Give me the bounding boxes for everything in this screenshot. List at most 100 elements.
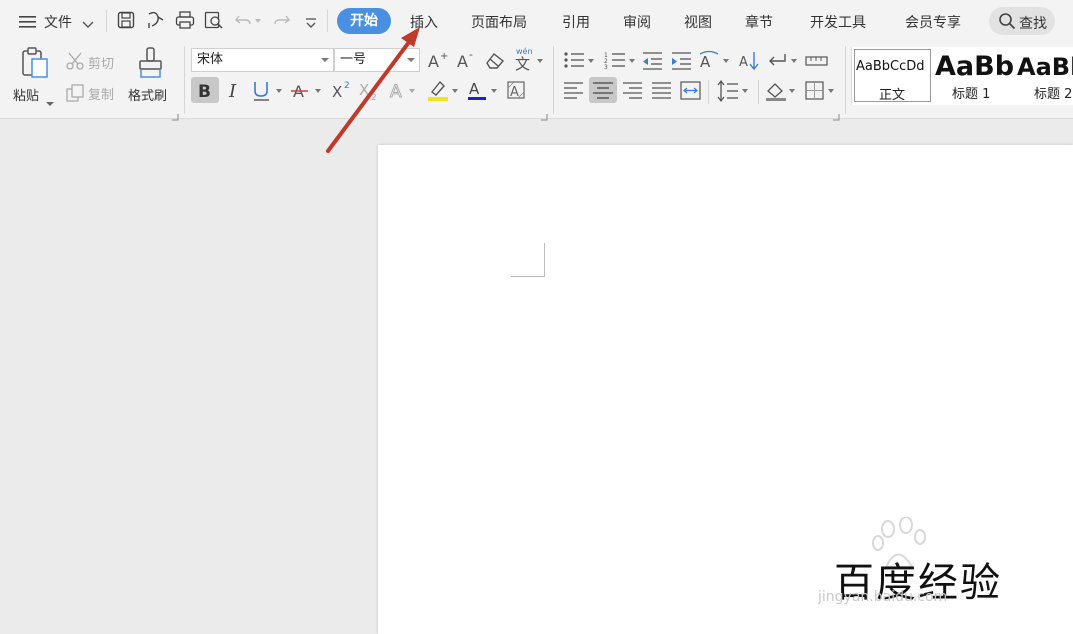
divider (327, 10, 328, 32)
output-pdf-icon[interactable] (146, 11, 166, 33)
borders-icon[interactable] (805, 80, 839, 106)
cut-icon[interactable] (65, 51, 85, 75)
svg-text:A: A (469, 80, 480, 98)
phonetic-guide-icon[interactable]: wén 文 (513, 46, 545, 76)
font-color-button[interactable]: A (467, 79, 501, 107)
svg-text:A: A (390, 82, 402, 101)
clear-formatting-icon[interactable] (484, 51, 506, 73)
style-heading-1-name: 标题 1 (952, 87, 991, 102)
increase-indent-icon[interactable] (671, 51, 693, 75)
search-button[interactable]: 查找 (989, 7, 1055, 35)
font-name-select[interactable]: 宋体 (191, 48, 334, 72)
svg-text:2: 2 (344, 81, 350, 91)
style-heading-2-preview: AaBb (1017, 53, 1073, 81)
copy-icon[interactable] (65, 83, 85, 107)
svg-text:I: I (228, 81, 237, 101)
chevron-down-icon[interactable] (46, 92, 54, 111)
strikethrough-button[interactable]: A (291, 79, 323, 105)
document-page[interactable]: 百度经验 jingyan.baidu.com (378, 145, 1073, 634)
margin-corner-marker (511, 243, 545, 277)
font-size-select[interactable]: 一号 (334, 48, 420, 72)
show-paragraph-marks-icon[interactable] (767, 51, 801, 75)
search-label: 查找 (1019, 16, 1047, 32)
dialog-launcher-icon[interactable] (541, 106, 548, 125)
justify-icon[interactable] (651, 81, 673, 105)
highlight-button[interactable] (427, 79, 461, 107)
svg-text:-: - (469, 50, 473, 61)
numbering-icon[interactable]: 123 (604, 51, 638, 75)
print-preview-icon[interactable] (204, 11, 224, 33)
chevron-down-icon[interactable] (82, 15, 94, 34)
tab-insert[interactable]: 插入 (410, 12, 438, 32)
style-heading-1[interactable]: AaBb 标题 1 (934, 49, 1016, 102)
decrease-font-size-icon[interactable]: A- (456, 48, 478, 74)
tab-chapter[interactable]: 章节 (745, 12, 773, 32)
character-shading-icon[interactable]: A (506, 80, 528, 106)
svg-text:X: X (332, 83, 342, 101)
increase-font-size-icon[interactable]: A + (427, 50, 449, 74)
paste-icon[interactable] (20, 47, 50, 83)
superscript-button[interactable]: X2 (331, 79, 355, 105)
divider (708, 80, 709, 104)
align-left-icon[interactable] (563, 81, 585, 105)
dialog-launcher-icon[interactable] (172, 106, 179, 125)
shading-icon[interactable] (765, 80, 799, 106)
divider (106, 10, 107, 32)
underline-button[interactable] (252, 80, 284, 106)
copy-button[interactable]: 复制 (88, 84, 114, 103)
svg-text:A: A (700, 53, 711, 71)
redo-icon[interactable] (272, 12, 292, 32)
tab-page-layout[interactable]: 页面布局 (471, 12, 527, 32)
watermark-url: jingyan.baidu.com (818, 589, 948, 605)
divider (553, 46, 554, 114)
sort-icon[interactable]: A (738, 50, 760, 76)
style-heading-1-preview: AaBb (935, 51, 1015, 82)
chevron-down-icon (407, 58, 415, 62)
svg-text:2: 2 (371, 93, 377, 101)
paste-button[interactable]: 粘贴 (13, 85, 39, 104)
decrease-indent-icon[interactable] (642, 51, 664, 75)
svg-text:B: B (198, 82, 211, 102)
tab-view[interactable]: 视图 (684, 12, 712, 32)
search-icon (998, 12, 1016, 34)
tab-membership[interactable]: 会员专享 (905, 12, 961, 32)
italic-button[interactable]: I (226, 79, 242, 105)
cut-button[interactable]: 剪切 (88, 53, 114, 72)
tab-review[interactable]: 审阅 (623, 12, 651, 32)
align-center-icon[interactable] (589, 77, 617, 103)
svg-text:+: + (440, 51, 448, 62)
align-right-icon[interactable] (622, 81, 644, 105)
chinese-layout-icon[interactable]: A (699, 50, 733, 76)
bullets-icon[interactable] (563, 51, 597, 75)
style-normal[interactable]: AaBbCcDd 正文 (854, 49, 931, 103)
save-icon[interactable] (117, 11, 135, 33)
style-heading-2[interactable]: AaBb 标题 2 (1016, 49, 1073, 102)
customize-toolbar-icon[interactable] (305, 15, 317, 34)
hamburger-menu-icon[interactable] (19, 14, 37, 33)
line-spacing-icon[interactable] (717, 80, 751, 106)
tab-home[interactable]: 开始 (337, 8, 391, 34)
tab-references[interactable]: 引用 (562, 12, 590, 32)
text-effects-button[interactable]: A (389, 79, 419, 105)
style-normal-name: 正文 (879, 88, 906, 103)
bold-button[interactable]: B (191, 77, 219, 103)
undo-icon[interactable] (234, 12, 262, 32)
styles-gallery: AaBbCcDd 正文 AaBb 标题 1 AaBb 标题 2 (851, 47, 1073, 105)
format-painter-icon[interactable] (138, 47, 164, 83)
svg-text:A: A (739, 55, 748, 70)
svg-text:A: A (428, 52, 439, 70)
file-menu[interactable]: 文件 (44, 12, 72, 32)
svg-text:A: A (457, 52, 468, 70)
print-icon[interactable] (175, 11, 195, 33)
ribbon-home: 粘贴 剪切 复制 格式刷 宋体 一号 A + A- wén 文 B I A X … (0, 42, 1073, 121)
tab-developer[interactable]: 开发工具 (810, 12, 866, 32)
font-name-value: 宋体 (197, 52, 224, 67)
subscript-button[interactable]: X2 (358, 79, 382, 105)
divider (184, 46, 185, 114)
svg-text:文: 文 (515, 55, 530, 72)
format-painter-button[interactable]: 格式刷 (128, 85, 167, 104)
dialog-launcher-icon[interactable] (833, 106, 840, 125)
distributed-align-icon[interactable] (680, 81, 702, 105)
tabs-ruler-icon[interactable] (805, 52, 829, 74)
menu-bar: 文件 开始 插入 页面布局 引用 审阅 视图 章节 开发工具 会员专享 查找 (0, 0, 1073, 42)
